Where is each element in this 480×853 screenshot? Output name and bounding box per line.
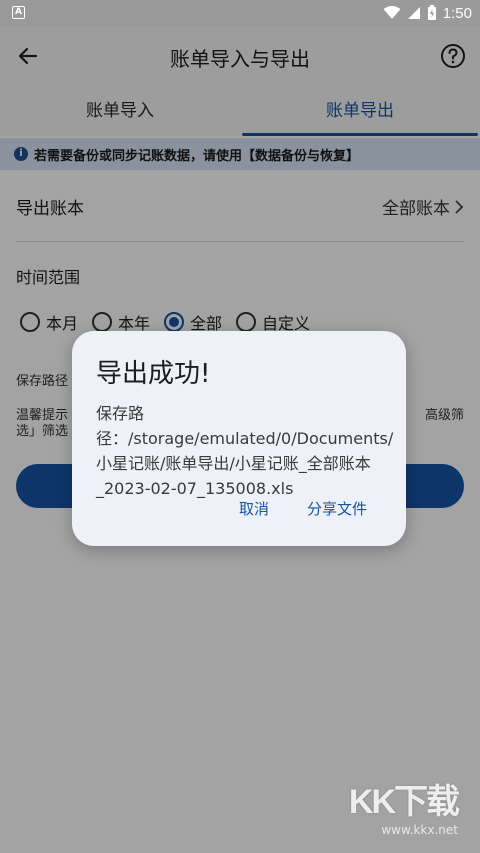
watermark-url: www.kkx.net [381,823,458,837]
wifi-icon [383,6,401,19]
signal-icon [407,7,420,19]
app-notification-icon: A [12,6,25,19]
dialog-title: 导出成功! [96,359,211,389]
clock: 1:50 [442,4,472,22]
cancel-button[interactable]: 取消 [239,498,269,519]
status-icons: 1:50 [383,3,472,23]
share-file-button[interactable]: 分享文件 [307,498,367,519]
watermark: KK下载 www.kkx.net [348,774,460,837]
dialog-message: 保存路径：/storage/emulated/0/Documents/小星记账/… [96,404,394,498]
watermark-logo: KK下载 [348,783,460,821]
battery-icon [427,5,436,20]
status-bar: A 1:50 [0,0,480,26]
export-success-dialog: 导出成功! 保存路径：/storage/emulated/0/Documents… [72,331,406,546]
